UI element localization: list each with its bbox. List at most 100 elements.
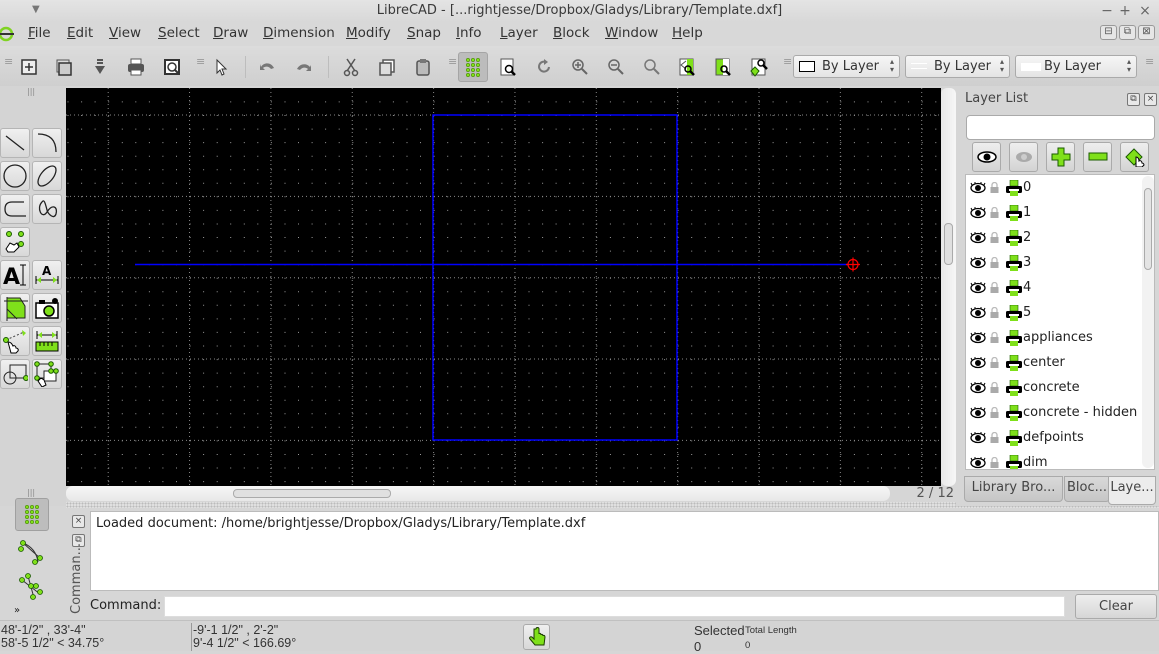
printer-icon[interactable]	[1006, 279, 1022, 296]
zoom-out-button[interactable]	[601, 52, 631, 82]
eye-icon[interactable]	[970, 431, 986, 444]
printer-icon[interactable]	[1006, 179, 1022, 196]
unlocked-icon[interactable]	[990, 182, 999, 193]
menu-select[interactable]: Select	[158, 25, 200, 41]
unlocked-icon[interactable]	[990, 207, 999, 218]
menu-dimension[interactable]: Dimension	[263, 25, 335, 41]
undo-button[interactable]	[252, 52, 282, 82]
snap-grid-button[interactable]	[15, 498, 49, 531]
zoom-previous-button[interactable]	[672, 52, 702, 82]
layer-list[interactable]: 0 1 2 3 4 5 appliances center concrete c…	[965, 174, 1155, 470]
canvas-horizontal-scrollbar[interactable]	[66, 486, 890, 501]
tool-image-button[interactable]	[32, 293, 62, 323]
eye-icon[interactable]	[970, 356, 986, 369]
menu-view[interactable]: View	[109, 25, 141, 41]
eye-icon[interactable]	[970, 231, 986, 244]
toolbar-grip[interactable]: ≡	[1145, 56, 1154, 67]
tool-polyline-button[interactable]	[0, 194, 30, 224]
dock-float-button[interactable]: ⧉	[1127, 93, 1140, 106]
clear-button[interactable]: Clear	[1075, 594, 1157, 619]
tool-block-select-button[interactable]	[32, 359, 62, 389]
zoom-page-button[interactable]	[493, 52, 523, 82]
print-preview-button[interactable]	[157, 52, 187, 82]
snap-intersection-button[interactable]	[18, 572, 46, 600]
printer-icon[interactable]	[1006, 404, 1022, 421]
menu-layer[interactable]: Layer	[500, 25, 538, 41]
printer-icon[interactable]	[1006, 354, 1022, 371]
toolbar-grip[interactable]: ≡	[783, 56, 792, 67]
command-input[interactable]	[164, 596, 1065, 617]
unlocked-icon[interactable]	[990, 232, 999, 243]
scrollbar-thumb[interactable]	[1144, 188, 1152, 270]
layer-row[interactable]: center	[966, 350, 1144, 375]
linewidth-combo[interactable]: By Layer ▴ ▾	[1015, 55, 1137, 78]
command-dock-close-button[interactable]: ×	[72, 515, 85, 528]
grid-button[interactable]	[458, 52, 488, 82]
redraw-button[interactable]	[529, 52, 559, 82]
mouse-action-button[interactable]	[523, 624, 550, 650]
copy-button[interactable]	[372, 52, 402, 82]
layer-row[interactable]: 3	[966, 250, 1144, 275]
unlocked-icon[interactable]	[990, 257, 999, 268]
save-button[interactable]	[85, 52, 115, 82]
layer-filter-input[interactable]	[966, 115, 1155, 140]
maximize-button[interactable]: +	[1116, 2, 1134, 20]
hide-all-layers-button[interactable]	[1009, 142, 1038, 172]
printer-icon[interactable]	[1006, 304, 1022, 321]
redo-button[interactable]	[289, 52, 319, 82]
snap-endpoint-button[interactable]	[18, 538, 46, 566]
layer-row[interactable]: concrete - hidden	[966, 400, 1144, 425]
printer-icon[interactable]	[1006, 254, 1022, 271]
layer-row[interactable]: 5	[966, 300, 1144, 325]
mdi-restore-button[interactable]: ⧉	[1119, 25, 1136, 40]
tool-block-insert-button[interactable]	[0, 359, 30, 389]
show-all-layers-button[interactable]	[972, 142, 1001, 172]
cut-button[interactable]	[336, 52, 366, 82]
mdi-minimize-button[interactable]: ⊟	[1100, 25, 1117, 40]
linetype-combo[interactable]: By Layer ▴ ▾	[905, 55, 1010, 78]
layer-row[interactable]: appliances	[966, 325, 1144, 350]
zoom-auto-button[interactable]	[637, 52, 667, 82]
expand-more-icon[interactable]: »	[14, 605, 20, 616]
eye-icon[interactable]	[970, 406, 986, 419]
unlocked-icon[interactable]	[990, 407, 999, 418]
open-button[interactable]	[49, 52, 79, 82]
tool-point-select-button[interactable]	[0, 227, 30, 257]
printer-icon[interactable]	[1006, 329, 1022, 346]
drawing-canvas[interactable]	[66, 88, 941, 486]
printer-icon[interactable]	[1006, 454, 1022, 471]
layer-row[interactable]: 4	[966, 275, 1144, 300]
printer-icon[interactable]	[1006, 379, 1022, 396]
mdi-close-button[interactable]: ⊠	[1138, 25, 1155, 40]
tool-measure-ruler-button[interactable]	[32, 326, 62, 356]
tool-ellipse-button[interactable]	[32, 161, 62, 191]
layer-row[interactable]: concrete	[966, 375, 1144, 400]
paste-button[interactable]	[408, 52, 438, 82]
printer-icon[interactable]	[1006, 229, 1022, 246]
menu-modify[interactable]: Modify	[346, 25, 391, 41]
unlocked-icon[interactable]	[990, 432, 999, 443]
toolbar-grip[interactable]: ≡	[448, 56, 457, 67]
eye-icon[interactable]	[970, 281, 986, 294]
print-button[interactable]	[121, 52, 151, 82]
dock-tab-library[interactable]: Library Bro...	[964, 476, 1063, 502]
tool-hatch-button[interactable]	[0, 293, 30, 323]
layer-row[interactable]: dim	[966, 450, 1144, 471]
unlocked-icon[interactable]	[990, 457, 999, 468]
zoom-window-button[interactable]	[708, 52, 738, 82]
menu-block[interactable]: Block	[553, 25, 590, 41]
printer-icon[interactable]	[1006, 204, 1022, 221]
eye-icon[interactable]	[970, 181, 986, 194]
menu-draw[interactable]: Draw	[213, 25, 248, 41]
tool-text-button[interactable]: A	[0, 260, 30, 290]
tool-measure-distance-button[interactable]	[0, 326, 30, 356]
menu-edit[interactable]: Edit	[67, 25, 93, 41]
unlocked-icon[interactable]	[990, 307, 999, 318]
eye-icon[interactable]	[970, 206, 986, 219]
unlocked-icon[interactable]	[990, 382, 999, 393]
unlocked-icon[interactable]	[990, 282, 999, 293]
layer-row[interactable]: defpoints	[966, 425, 1144, 450]
canvas-vertical-scrollbar[interactable]	[941, 88, 956, 486]
window-menu-icon[interactable]: ▼	[32, 0, 40, 21]
layer-row[interactable]: 2	[966, 225, 1144, 250]
